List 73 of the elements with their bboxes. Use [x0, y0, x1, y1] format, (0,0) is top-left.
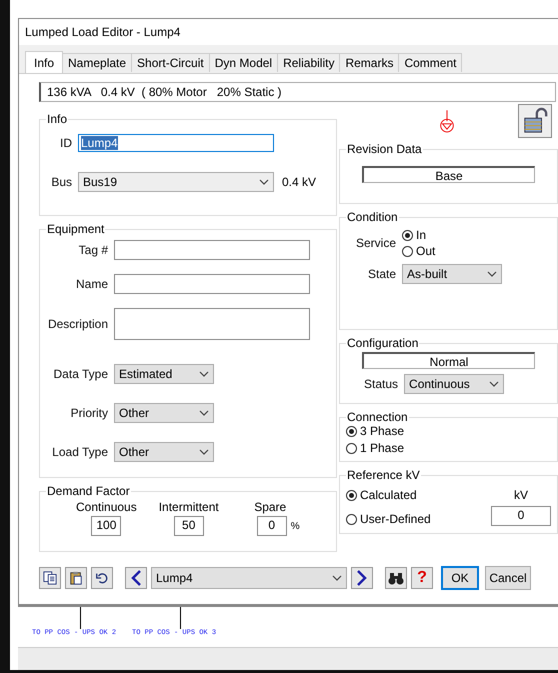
group-title: Reference kV [346, 468, 421, 482]
help-button[interactable]: ? [411, 567, 433, 589]
group-title: Connection [346, 410, 409, 424]
field-label: Continuous [76, 500, 137, 514]
group-title: Info [46, 112, 68, 126]
next-icon[interactable] [351, 567, 373, 589]
radio-option[interactable]: User-Defined [346, 512, 431, 526]
radio-option[interactable]: Out [402, 244, 436, 258]
paste-icon[interactable] [65, 567, 87, 589]
field-label: kV [514, 488, 528, 502]
record-dropdown[interactable]: Lump4 [151, 567, 347, 589]
field-label: Service [356, 236, 396, 250]
configuration-field: Normal [362, 352, 535, 369]
number-field[interactable]: 0 [256, 516, 287, 536]
dropdown[interactable]: Other [114, 442, 214, 462]
field-label: Spare [254, 500, 286, 514]
summary-bar: 136 kVA 0.4 kV ( 80% Motor 20% Static ) [39, 82, 556, 102]
binoculars-icon[interactable] [385, 567, 407, 589]
bus-voltage: 0.4 kV [282, 175, 316, 189]
chevron-down-icon [199, 370, 209, 376]
field-label: Status [364, 377, 398, 391]
chevron-down-icon [199, 410, 209, 416]
field-label: Priority [70, 406, 108, 420]
unit-label: % [290, 520, 300, 532]
kv-field[interactable]: 0 [491, 506, 551, 526]
text-area[interactable] [114, 308, 310, 340]
field-label: Tag # [78, 243, 108, 257]
tab[interactable]: Comment [398, 53, 462, 72]
field-label: ID [59, 136, 72, 150]
radio-option[interactable]: In [402, 228, 436, 242]
field-label: Data Type [52, 366, 108, 380]
chevron-down-icon [332, 575, 342, 581]
text-field[interactable] [114, 274, 310, 294]
number-field[interactable]: 50 [174, 516, 204, 536]
radio-option[interactable]: Calculated [346, 488, 431, 502]
number-field[interactable]: 100 [91, 516, 122, 536]
field-label: Bus [50, 175, 72, 189]
revision-field: Base [362, 166, 535, 183]
status-dropdown[interactable]: Continuous [404, 374, 504, 394]
undo-icon[interactable] [91, 567, 113, 589]
chevron-down-icon [199, 448, 209, 454]
id-field[interactable]: Lump4 [78, 134, 274, 152]
window-title: Lumped Load Editor - Lump4 [25, 25, 180, 39]
dropdown[interactable]: Estimated [114, 364, 214, 384]
copy-icon[interactable] [39, 567, 61, 589]
field-label: Description [46, 317, 108, 331]
group-title: Equipment [46, 222, 106, 236]
field-label: Load Type [51, 444, 108, 458]
state-dropdown[interactable]: As-built [402, 264, 502, 284]
radio-option[interactable]: 3 Phase [346, 424, 551, 438]
group-title: Condition [346, 210, 399, 224]
field-label: Name [74, 277, 108, 291]
radio-option[interactable]: 1 Phase [346, 441, 551, 455]
chevron-down-icon [489, 381, 500, 387]
text-field[interactable] [114, 240, 310, 260]
tab[interactable]: Reliability [277, 53, 340, 72]
dialog-button[interactable]: OK [441, 566, 479, 590]
tab[interactable]: Info [25, 51, 64, 73]
tab[interactable]: Dyn Model [208, 53, 278, 72]
ground-load-icon [438, 110, 456, 134]
bus-dropdown[interactable]: Bus19 [78, 172, 274, 192]
chevron-down-icon [487, 271, 498, 277]
field-label: Intermittent [158, 500, 219, 514]
field-label: State [368, 267, 396, 281]
previous-icon[interactable] [125, 567, 147, 589]
chevron-down-icon [259, 179, 269, 185]
tab[interactable]: Nameplate [62, 53, 132, 72]
dialog-button[interactable]: Cancel [485, 566, 531, 590]
group-title: Configuration [346, 336, 420, 350]
group-title: Demand Factor [46, 484, 131, 498]
dropdown[interactable]: Other [114, 402, 214, 422]
group-title: Revision Data [346, 142, 423, 156]
lock-button[interactable] [518, 104, 552, 138]
